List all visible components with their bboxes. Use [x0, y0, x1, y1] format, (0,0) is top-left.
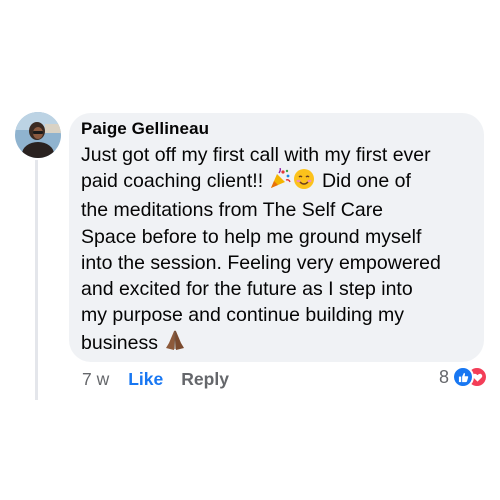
comment-line: my purpose and continue building my — [81, 304, 405, 327]
comment-line: business — [81, 332, 158, 355]
comment-line-with-emoji: paid coaching client!! Did one of — [81, 167, 481, 197]
like-button[interactable]: Like — [128, 369, 163, 390]
comment-line: Did one of — [321, 170, 411, 193]
avatar[interactable] — [15, 112, 61, 158]
folded-hands-icon — [163, 328, 187, 359]
smiling-face-icon — [293, 168, 315, 197]
comment-line: Just got off my first call with my first… — [81, 144, 431, 166]
reaction-icons — [452, 366, 488, 388]
timestamp[interactable]: 7 w — [82, 369, 109, 390]
comment-line: into the session. Feeling very empowered — [81, 251, 441, 274]
thumbs-up-icon — [452, 366, 474, 388]
comment-line: Space before to help me ground myself — [81, 225, 422, 248]
comment-line-with-emoji: business — [81, 328, 481, 359]
reaction-count: 8 — [438, 366, 449, 387]
comment-author[interactable]: Paige Gellineau — [81, 119, 209, 139]
comment-actions: 7 w Like Reply — [82, 369, 229, 390]
comment-line: the meditations from The Self Care — [81, 199, 384, 222]
party-popper-icon — [269, 167, 291, 197]
comment-text: Just got off my first call with my first… — [81, 142, 481, 360]
reply-button[interactable]: Reply — [181, 369, 229, 390]
comment-line: paid coaching client!! — [81, 170, 264, 193]
reaction-summary[interactable]: 8 — [439, 366, 488, 388]
comment-line: and excited for the future as I step int… — [81, 278, 413, 301]
thread-line — [35, 160, 38, 400]
